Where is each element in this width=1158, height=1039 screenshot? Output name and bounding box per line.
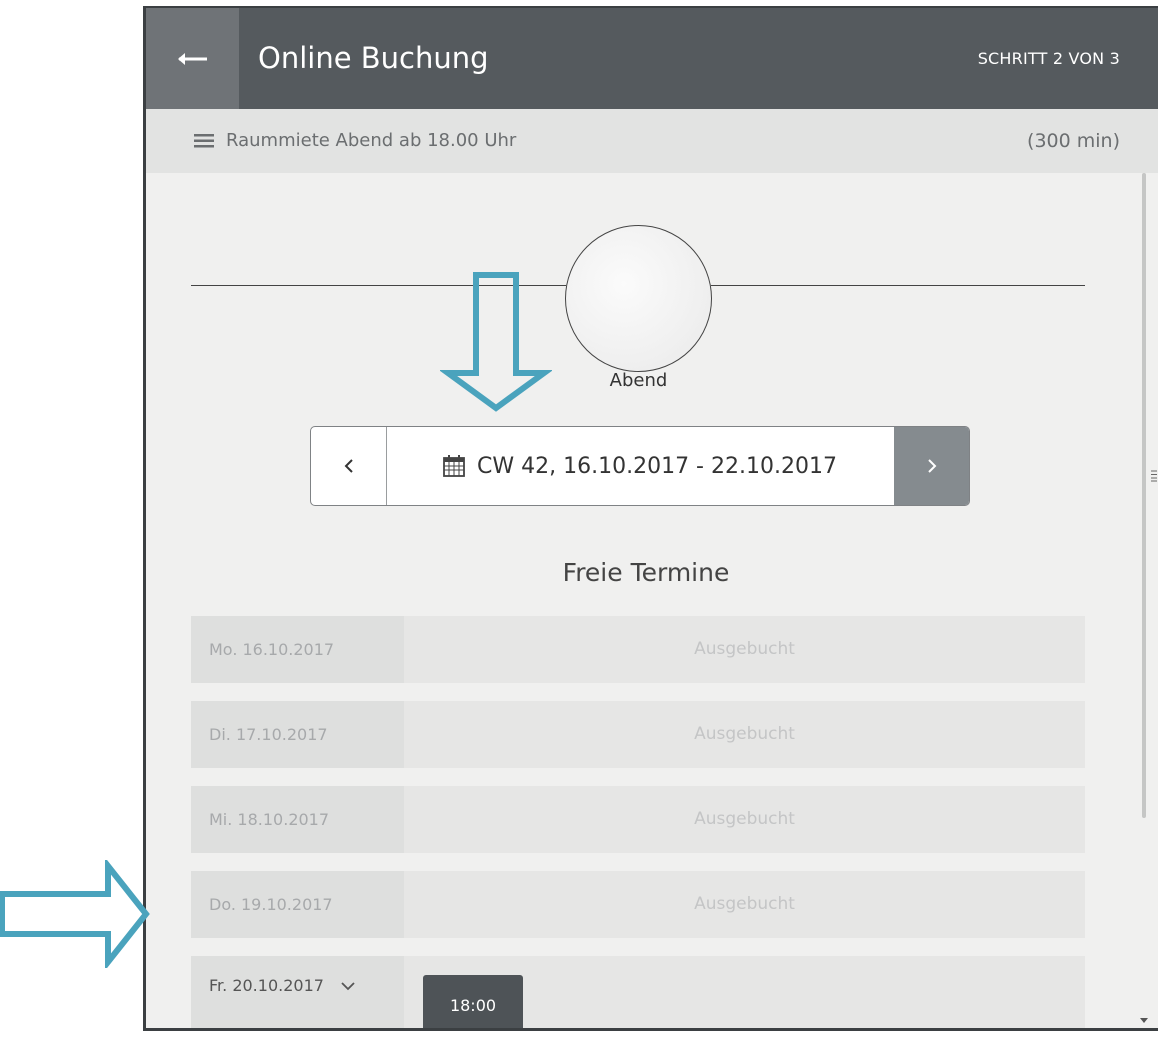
previous-week-button[interactable] [311, 427, 387, 505]
section-title: Freie Termine [562, 558, 730, 587]
header-bar: Online Buchung SCHRITT 2 VON 3 [146, 8, 1158, 109]
service-name: Raummiete Abend ab 18.00 Uhr [226, 130, 517, 151]
day-row: Di. 17.10.2017 Ausgebucht [191, 701, 1085, 768]
step-indicator: SCHRITT 2 VON 3 [977, 49, 1120, 68]
next-week-button[interactable] [894, 427, 969, 505]
annotation-arrow-right-icon [0, 860, 150, 968]
week-range: CW 42, 16.10.2017 - 22.10.2017 [477, 453, 837, 479]
day-status: Ausgebucht [694, 639, 795, 659]
timeline-line-right [711, 285, 1085, 286]
week-navigator: CW 42, 16.10.2017 - 22.10.2017 [310, 426, 970, 506]
day-date: Mo. 16.10.2017 [191, 616, 404, 683]
scrollbar[interactable] [1131, 173, 1158, 1028]
day-row: Mi. 18.10.2017 Ausgebucht [191, 786, 1085, 853]
calendar-icon [443, 455, 465, 477]
day-row-expanded[interactable]: Fr. 20.10.2017 18:00 [191, 956, 1085, 1028]
scrollbar-track[interactable] [1142, 173, 1146, 818]
day-row: Do. 19.10.2017 Ausgebucht [191, 871, 1085, 938]
day-date-text: Fr. 20.10.2017 [209, 976, 324, 995]
day-status: Ausgebucht [694, 724, 795, 744]
booking-window: Online Buchung SCHRITT 2 VON 3 Raummiete… [143, 8, 1158, 1031]
week-label: CW 42, 16.10.2017 - 22.10.2017 [386, 427, 894, 505]
time-slot-button[interactable]: 18:00 [423, 975, 523, 1028]
day-status: Ausgebucht [694, 809, 795, 829]
chevron-left-icon [344, 459, 353, 473]
service-summary-bar: Raummiete Abend ab 18.00 Uhr (300 min) [146, 109, 1158, 173]
scroll-down-icon[interactable] [1139, 1018, 1149, 1024]
day-date: Do. 19.10.2017 [191, 871, 404, 938]
booking-content: Abend CW 42, 16.10.2017 - 22.10.2017 Fre… [146, 173, 1158, 1028]
page-title: Online Buchung [258, 41, 489, 75]
service-duration: (300 min) [1027, 130, 1120, 152]
day-date: Mi. 18.10.2017 [191, 786, 404, 853]
arrow-left-icon [177, 52, 207, 65]
day-row: Mo. 16.10.2017 Ausgebucht [191, 616, 1085, 683]
timeslot-label: Abend [609, 370, 668, 391]
chevron-right-icon [927, 459, 936, 473]
annotation-arrow-down-icon [440, 272, 552, 412]
chevron-down-icon [341, 982, 355, 991]
back-button[interactable] [146, 8, 239, 109]
day-date[interactable]: Fr. 20.10.2017 [191, 956, 404, 1028]
scroll-grip-icon [1151, 470, 1157, 482]
list-icon [194, 134, 214, 148]
day-status: Ausgebucht [694, 894, 795, 914]
timeslot-circle-abend[interactable] [565, 225, 712, 372]
day-date: Di. 17.10.2017 [191, 701, 404, 768]
